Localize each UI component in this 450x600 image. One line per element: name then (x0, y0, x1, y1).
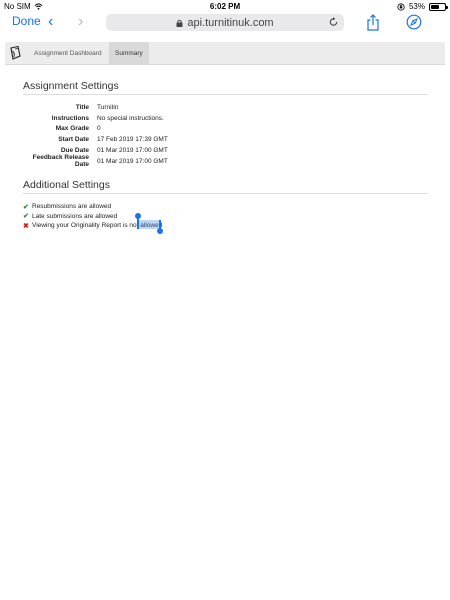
additional-settings-heading: Additional Settings (23, 179, 110, 191)
settings-value: 01 Mar 2019 17:00 GMT (97, 147, 168, 155)
tab-summary[interactable]: Summary (109, 42, 149, 65)
selection-end-handle-knob[interactable] (157, 228, 163, 234)
turnitin-logo-icon (10, 45, 21, 60)
tab-label: Summary (115, 50, 143, 57)
settings-label: Feedback Release Date (32, 154, 89, 169)
status-time: 6:02 PM (209, 2, 241, 11)
lock-icon (176, 19, 183, 27)
tab-label: Assignment Dashboard (34, 50, 102, 57)
settings-label: Instructions (51, 114, 89, 122)
tab-assignment-dashboard[interactable]: Assignment Dashboard (28, 42, 108, 65)
reload-icon[interactable] (328, 16, 339, 28)
settings-row: Start Date 17 Feb 2019 17:39 GMT (23, 134, 168, 145)
section-divider (23, 94, 428, 95)
app-header: Assignment Dashboard Summary (5, 42, 445, 65)
compass-icon[interactable] (406, 14, 422, 30)
status-right: 53% (397, 2, 448, 11)
url-bar[interactable]: api.turnitinuk.com (106, 14, 344, 31)
back-icon[interactable]: ‹ (48, 13, 53, 31)
status-bar: No SIM 6:02 PM 53% (0, 0, 450, 13)
list-item: ✔ Resubmissions are allowed (23, 202, 162, 212)
settings-value: 0 (97, 125, 101, 133)
share-icon[interactable] (366, 14, 380, 31)
settings-value: No special instructions. (97, 114, 164, 122)
settings-label: Due Date (60, 147, 89, 155)
settings-value: 17 Feb 2019 17:39 GMT (97, 136, 168, 144)
settings-value: 01 Mar 2019 17:00 GMT (97, 157, 168, 165)
text-selection-highlight (138, 220, 160, 229)
settings-row: Max Grade 0 (23, 124, 168, 135)
settings-row: Instructions No special instructions. (23, 113, 168, 124)
settings-table: Title Turnitin Instructions No special i… (23, 102, 168, 169)
list-item-text: Resubmissions are allowed (32, 203, 112, 211)
orientation-lock-icon (397, 2, 405, 11)
settings-label: Max Grade (55, 125, 89, 133)
assignment-settings-heading: Assignment Settings (23, 80, 119, 92)
forward-icon[interactable]: › (78, 13, 83, 31)
url-text: api.turnitinuk.com (187, 16, 274, 29)
section-divider (23, 193, 428, 194)
check-icon: ✔ (23, 203, 29, 211)
selection-start-handle-knob[interactable] (135, 213, 141, 219)
battery-icon (429, 2, 448, 11)
settings-row: Feedback Release Date 01 Mar 2019 17:00 … (23, 154, 168, 169)
done-button[interactable]: Done (12, 14, 41, 28)
cross-icon: ✖ (23, 222, 29, 230)
list-item-text: Late submissions are allowed (32, 212, 118, 220)
battery-percent: 53% (408, 2, 425, 11)
settings-label: Start Date (58, 136, 89, 144)
settings-label: Title (75, 103, 89, 111)
settings-row: Title Turnitin (23, 102, 168, 113)
check-icon: ✔ (23, 213, 29, 221)
settings-value: Turnitin (97, 103, 119, 111)
browser-toolbar: Done ‹ › api.turnitinuk.com (0, 13, 450, 33)
